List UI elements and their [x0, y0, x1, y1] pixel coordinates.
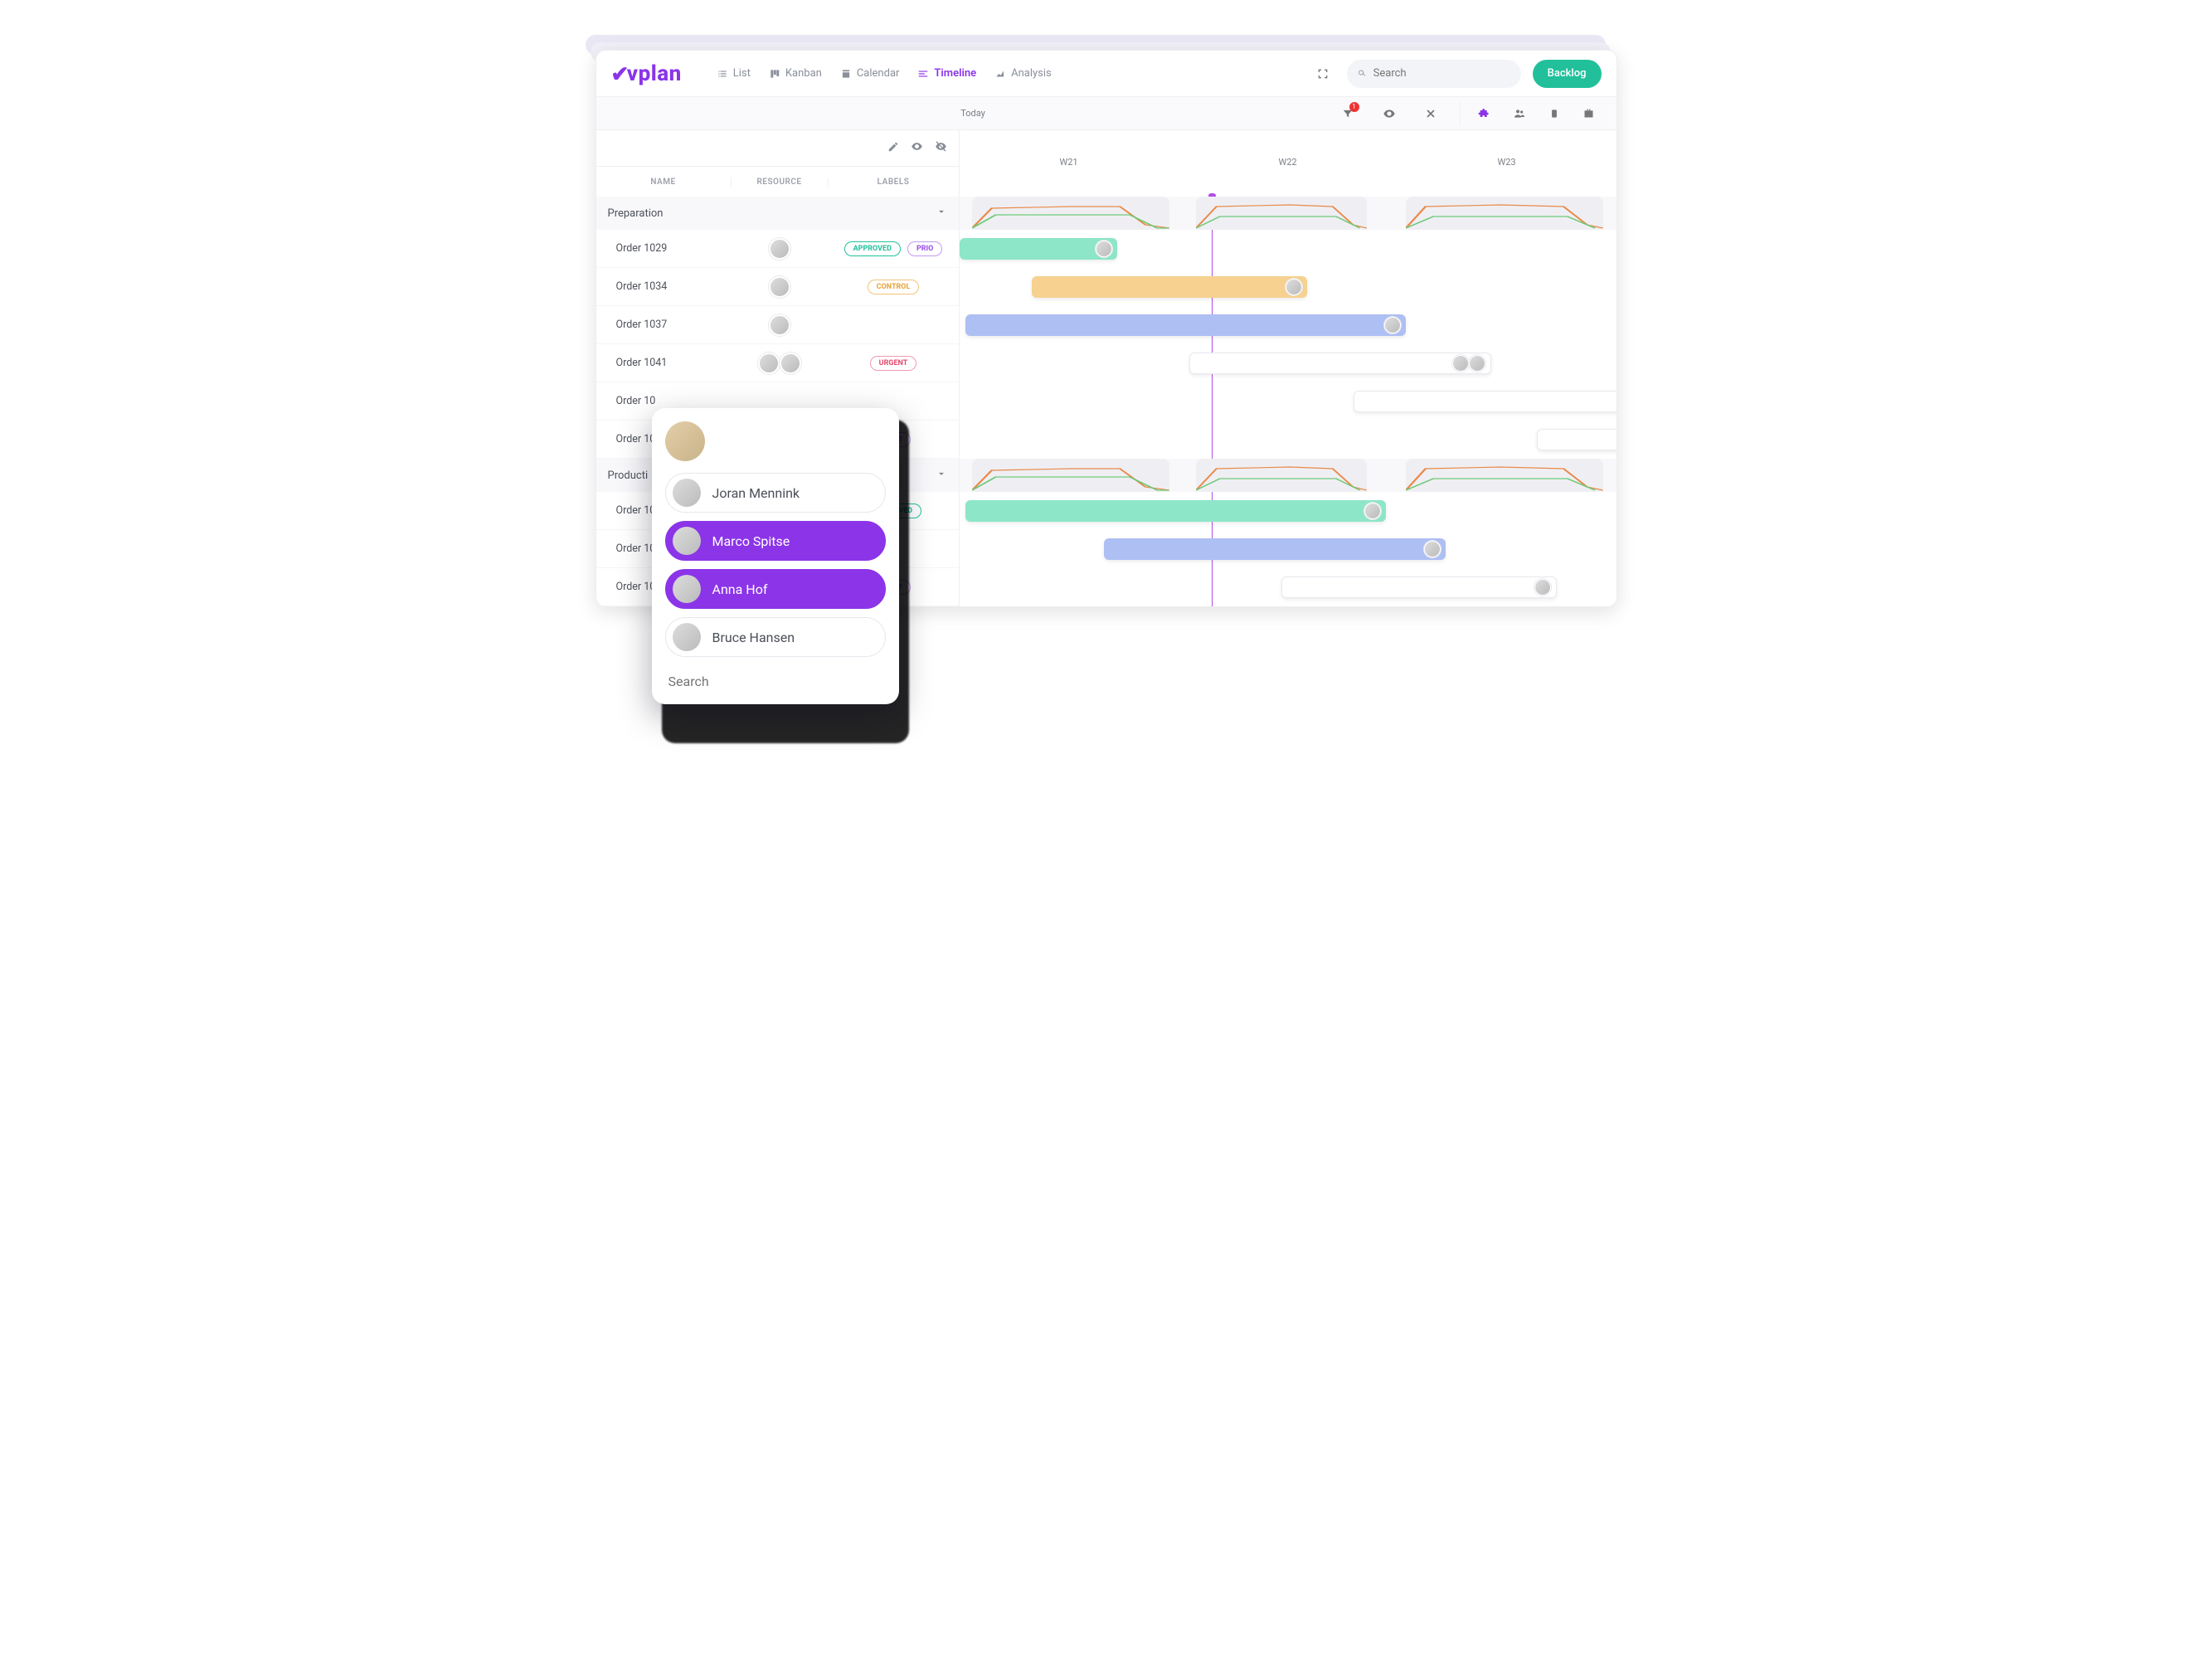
- avatar: [1424, 541, 1441, 557]
- col-labels: LABELS: [829, 178, 959, 187]
- label-chip: URGENT: [870, 356, 917, 371]
- view-tab-kanban[interactable]: Kanban: [769, 67, 822, 80]
- today-label: Today: [611, 108, 1335, 119]
- popover-search-input[interactable]: [665, 665, 886, 691]
- view-tab-list[interactable]: List: [717, 67, 751, 80]
- chevron-down-icon: [936, 468, 947, 483]
- avatar: [1469, 355, 1485, 372]
- gantt-bar[interactable]: [1189, 353, 1491, 374]
- col-name: NAME: [596, 178, 731, 187]
- avatar: [780, 353, 801, 374]
- person-pill[interactable]: Anna Hof: [665, 569, 886, 609]
- logo: ✔vplan: [611, 61, 682, 86]
- avatar: [769, 238, 790, 260]
- people-icon[interactable]: [1507, 101, 1532, 126]
- avatar: [1096, 241, 1112, 257]
- table-row[interactable]: Order 1029 APPROVED PRIO: [596, 230, 959, 268]
- row-name: Order 1034: [596, 280, 731, 293]
- person-pill[interactable]: Marco Spitse: [665, 521, 886, 561]
- resource-picker-popover: Joran Mennink Marco Spitse Anna Hof Bruce H…: [652, 408, 899, 704]
- gantt-bar[interactable]: [1032, 276, 1308, 298]
- avatar: [758, 353, 780, 374]
- gantt-area: W21W22W23: [960, 130, 1616, 606]
- label-chip: PRIO: [907, 241, 942, 256]
- gantt-bar[interactable]: [1104, 538, 1446, 560]
- avatar: [1384, 317, 1401, 333]
- view-tabs: List Kanban Calendar Timeline Analysis: [717, 67, 1052, 80]
- label-chip: APPROVED: [844, 241, 901, 256]
- view-tab-timeline[interactable]: Timeline: [917, 67, 976, 80]
- filter-badge: 1: [1349, 102, 1359, 112]
- group-header[interactable]: Preparation: [596, 197, 959, 230]
- gantt-bar[interactable]: [965, 500, 1386, 522]
- row-name: Order 10: [596, 395, 731, 407]
- row-name: Order 1041: [596, 357, 731, 369]
- person-name: Joran Mennink: [712, 485, 800, 501]
- view-tab-calendar[interactable]: Calendar: [840, 67, 900, 80]
- eye-icon[interactable]: [1377, 101, 1402, 126]
- table-row[interactable]: Order 1034 CONTROL: [596, 268, 959, 306]
- chevron-down-icon: [936, 206, 947, 221]
- puzzle-icon[interactable]: [1472, 101, 1497, 126]
- gantt-bar[interactable]: [965, 314, 1406, 336]
- eye-off-icon[interactable]: [935, 140, 947, 156]
- gantt-bar[interactable]: [1537, 429, 1616, 450]
- gantt-bar[interactable]: [960, 238, 1117, 260]
- avatar: [673, 479, 701, 507]
- avatar: [769, 276, 790, 298]
- search-input[interactable]: [1373, 67, 1511, 80]
- person-pill[interactable]: Bruce Hansen: [665, 617, 886, 657]
- week-header: W21: [960, 130, 1179, 197]
- week-headers: W21W22W23: [960, 130, 1616, 197]
- avatar: [1534, 579, 1551, 596]
- gantt-bar[interactable]: [1354, 391, 1616, 412]
- briefcase-icon[interactable]: [1577, 101, 1602, 126]
- card-icon[interactable]: [1542, 101, 1567, 126]
- person-name: Bruce Hansen: [712, 630, 795, 645]
- selected-avatar: [665, 421, 705, 461]
- avatar: [673, 623, 701, 651]
- row-name: Order 1037: [596, 319, 731, 331]
- week-header: W22: [1179, 130, 1398, 197]
- avatar: [673, 575, 701, 603]
- topbar: ✔vplan List Kanban Calendar Timeline Analysi…: [596, 51, 1616, 97]
- column-headers: NAME RESOURCE LABELS: [596, 167, 959, 197]
- fullscreen-icon[interactable]: [1310, 61, 1335, 86]
- avatar: [1286, 279, 1302, 295]
- table-row[interactable]: Order 1037: [596, 306, 959, 344]
- week-header: W23: [1398, 130, 1616, 197]
- row-name: Order 1029: [596, 242, 731, 255]
- person-name: Marco Spitse: [712, 533, 790, 549]
- tools-icon[interactable]: [1418, 101, 1443, 126]
- filter-icon[interactable]: 1: [1335, 101, 1360, 126]
- view-tab-analysis[interactable]: Analysis: [994, 67, 1052, 80]
- label-chip: CONTROL: [868, 280, 920, 294]
- avatar: [1452, 355, 1469, 372]
- eye-icon[interactable]: [911, 140, 923, 156]
- col-resource: RESOURCE: [731, 178, 829, 187]
- person-pill[interactable]: Joran Mennink: [665, 473, 886, 513]
- gantt-bar[interactable]: [1281, 577, 1558, 598]
- search-box[interactable]: [1347, 60, 1521, 88]
- avatar: [673, 527, 701, 555]
- avatar: [1364, 503, 1381, 519]
- person-name: Anna Hof: [712, 581, 768, 597]
- avatar: [769, 314, 790, 336]
- backlog-button[interactable]: Backlog: [1533, 60, 1602, 88]
- search-icon: [1357, 67, 1367, 80]
- pencil-icon[interactable]: [887, 140, 899, 156]
- table-row[interactable]: Order 1041 URGENT: [596, 344, 959, 382]
- subbar: Today 1: [596, 97, 1616, 130]
